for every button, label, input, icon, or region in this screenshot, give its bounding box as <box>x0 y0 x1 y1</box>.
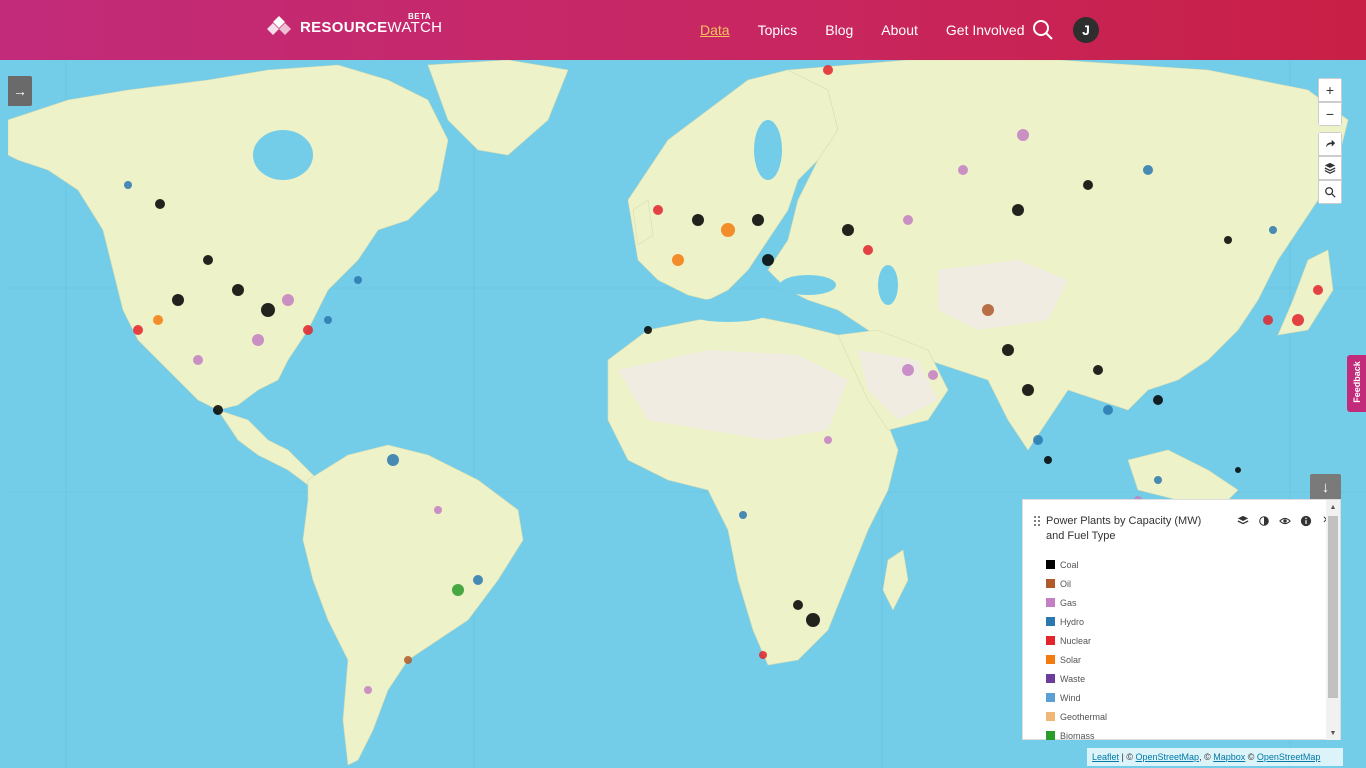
swatch-coal <box>1046 560 1055 569</box>
collapse-legend-button[interactable]: ↓ <box>1310 474 1341 500</box>
resourcewatch-logo-icon <box>266 14 292 40</box>
legend-item-nuclear: Nuclear <box>1046 631 1107 650</box>
zoom-in-button[interactable]: + <box>1318 78 1342 102</box>
swatch-biomass <box>1046 731 1055 740</box>
legend-scrollbar[interactable]: ▲ ▼ <box>1326 500 1340 740</box>
swatch-oil <box>1046 579 1055 588</box>
swatch-hydro <box>1046 617 1055 626</box>
legend-item-gas: Gas <box>1046 593 1107 612</box>
map-legend: Power Plants by Capacity (MW) and Fuel T… <box>1022 499 1341 741</box>
main-nav: Data Topics Blog About Get Involved <box>700 0 1053 60</box>
tool-controls <box>1318 132 1342 204</box>
layers-icon[interactable] <box>1236 514 1249 527</box>
zoom-controls: + − <box>1318 78 1342 126</box>
scroll-thumb[interactable] <box>1328 516 1338 698</box>
brand-name: RESOURCEWATCH <box>300 18 443 36</box>
legend-item-biomass: Biomass <box>1046 726 1107 745</box>
beta-badge: BETA <box>408 12 432 21</box>
legend-item-geothermal: Geothermal <box>1046 707 1107 726</box>
nav-topics[interactable]: Topics <box>758 22 798 38</box>
swatch-solar <box>1046 655 1055 664</box>
user-avatar[interactable]: J <box>1073 17 1099 43</box>
legend-item-waste: Waste <box>1046 669 1107 688</box>
nav-get-involved[interactable]: Get Involved <box>946 22 1025 38</box>
expand-sidebar-button[interactable]: → <box>8 76 32 106</box>
swatch-nuclear <box>1046 636 1055 645</box>
eye-icon[interactable] <box>1278 514 1291 527</box>
swatch-gas <box>1046 598 1055 607</box>
layers-icon[interactable] <box>1318 156 1342 180</box>
nav-about[interactable]: About <box>881 22 918 38</box>
scroll-up-arrow-icon[interactable]: ▲ <box>1326 500 1340 514</box>
swatch-waste <box>1046 674 1055 683</box>
legend-item-wind: Wind <box>1046 688 1107 707</box>
mapbox-link[interactable]: Mapbox <box>1213 752 1245 762</box>
osm-link-2[interactable]: OpenStreetMap <box>1257 752 1321 762</box>
nav-blog[interactable]: Blog <box>825 22 853 38</box>
legend-title: Power Plants by Capacity (MW) and Fuel T… <box>1046 515 1202 542</box>
swatch-wind <box>1046 693 1055 702</box>
info-icon[interactable] <box>1299 514 1312 527</box>
arrow-down-icon: ↓ <box>1321 478 1330 496</box>
nav-data[interactable]: Data <box>700 22 730 38</box>
map-controls: + − <box>1318 78 1342 210</box>
map-attribution: Leaflet | © OpenStreetMap , © Mapbox © O… <box>1087 748 1343 766</box>
app-header: RESOURCEWATCH BETA Data Topics Blog Abou… <box>0 0 1366 60</box>
share-arrow-icon[interactable] <box>1318 132 1342 156</box>
legend-item-solar: Solar <box>1046 650 1107 669</box>
legend-item-hydro: Hydro <box>1046 612 1107 631</box>
legend-item-oil: Oil <box>1046 574 1107 593</box>
legend-item-coal: Coal <box>1046 555 1107 574</box>
legend-tools: ✕ <box>1236 514 1333 527</box>
leaflet-link[interactable]: Leaflet <box>1092 752 1119 762</box>
feedback-tab[interactable]: Feedback <box>1347 355 1366 412</box>
legend-items: Coal Oil Gas Hydro Nuclear Solar Waste W… <box>1046 555 1107 745</box>
swatch-geothermal <box>1046 712 1055 721</box>
opacity-icon[interactable] <box>1257 514 1270 527</box>
search-icon[interactable] <box>1032 19 1054 41</box>
scroll-down-arrow-icon[interactable]: ▼ <box>1326 726 1340 740</box>
search-icon[interactable] <box>1318 180 1342 204</box>
arrow-right-icon: → <box>13 83 27 99</box>
drag-handle-icon[interactable] <box>1033 514 1041 526</box>
osm-link[interactable]: OpenStreetMap <box>1136 752 1200 762</box>
zoom-out-button[interactable]: − <box>1318 102 1342 126</box>
